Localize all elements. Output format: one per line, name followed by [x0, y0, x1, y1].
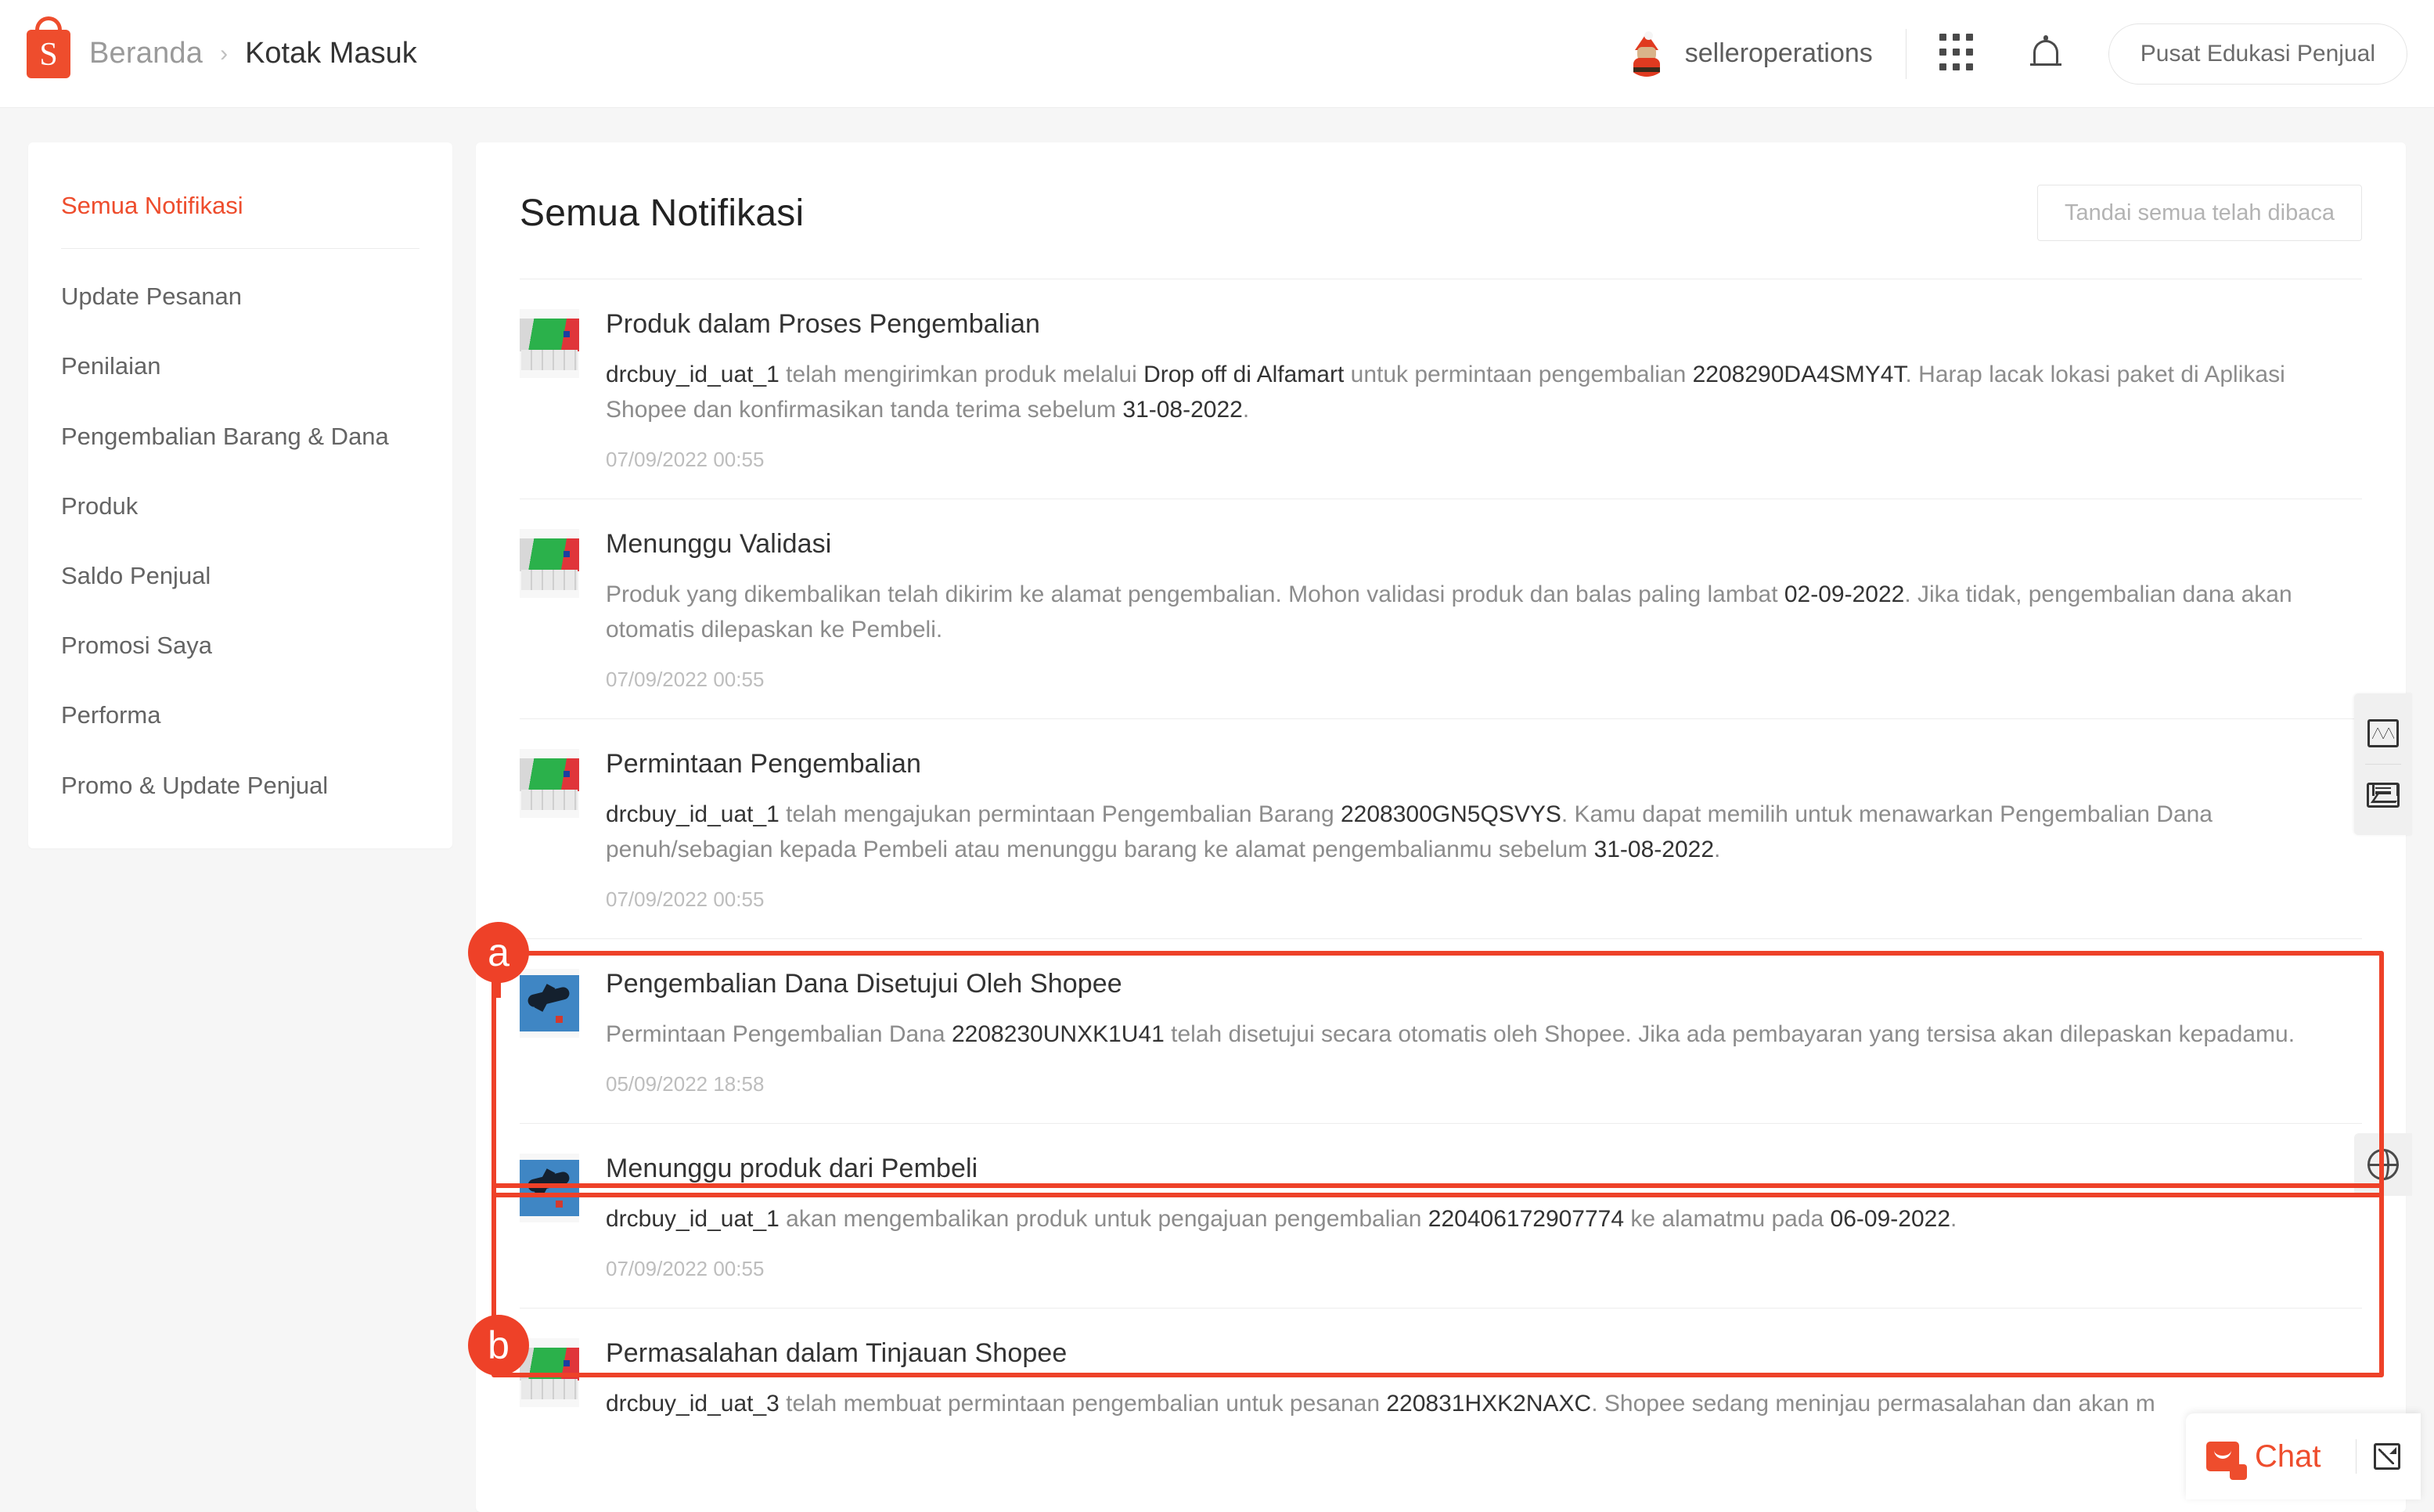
notification-description: drcbuy_id_uat_1 akan mengembalikan produ… [606, 1206, 1957, 1232]
top-bar-right: selleroperations Pusat Edukasi Penjual [1623, 23, 2407, 85]
notification-title: Produk dalam Proses Pengembalian [606, 309, 1041, 339]
sidebar-item-pengembalian-barang-dana[interactable]: Pengembalian Barang & Dana [28, 401, 452, 471]
notification-description: Permintaan Pengembalian Dana 2208230UNXK… [606, 1021, 2295, 1047]
expand-arrow-icon[interactable] [2374, 1443, 2400, 1470]
notification-timestamp: 07/09/2022 00:55 [606, 1257, 765, 1280]
santa-avatar-icon [1623, 31, 1669, 77]
side-dock [2354, 693, 2412, 835]
notification-title: Permintaan Pengembalian [606, 749, 921, 779]
grid-apps-icon[interactable] [1939, 33, 1975, 74]
sidebar-item-saldo-penjual[interactable]: Saldo Penjual [28, 541, 452, 610]
globe-icon[interactable] [2354, 1133, 2412, 1196]
username-label: selleroperations [1684, 38, 1873, 68]
notification-body: Menunggu Validasi Produk yang dikembalika… [606, 529, 2362, 692]
sidebar-item-promosi-saya[interactable]: Promosi Saya [28, 610, 452, 680]
notification-item[interactable]: Menunggu Validasi Produk yang dikembalika… [520, 499, 2362, 719]
brand-breadcrumb: S Beranda › Kotak Masuk [27, 16, 417, 78]
shopee-bag-icon[interactable]: S [27, 16, 70, 78]
airplane-thumbnail-icon [520, 1154, 579, 1222]
notification-body: Permintaan Pengembalian drcbuy_id_uat_1 t… [606, 749, 2362, 912]
package-thumbnail-icon [520, 529, 579, 598]
notification-item[interactable]: Permintaan Pengembalian drcbuy_id_uat_1 t… [520, 719, 2362, 939]
notification-body: Permasalahan dalam Tinjauan Shopee drcbuy… [606, 1338, 2362, 1421]
page-title: Semua Notifikasi [520, 192, 805, 234]
user-menu[interactable]: selleroperations [1623, 31, 1873, 77]
sidebar-item-performa[interactable]: Performa [28, 680, 452, 750]
airplane-thumbnail-icon [520, 969, 579, 1038]
panel-header: Semua Notifikasi Tandai semua telah diba… [476, 142, 2406, 241]
sidebar-item-produk[interactable]: Produk [28, 471, 452, 541]
package-thumbnail-icon [520, 749, 579, 818]
notification-title: Pengembalian Dana Disetujui Oleh Shopee [606, 969, 1122, 999]
notification-title: Menunggu Validasi [606, 529, 832, 559]
chat-bubble-icon [2206, 1442, 2247, 1480]
notification-timestamp: 07/09/2022 00:55 [606, 668, 765, 691]
app-root: S Beranda › Kotak Masuk selleroperations [0, 0, 2434, 1512]
notification-description: drcbuy_id_uat_1 telah mengirimkan produk… [606, 362, 2285, 423]
sidebar-item-semua-notifikasi[interactable]: Semua Notifikasi [28, 171, 452, 240]
breadcrumb-current: Kotak Masuk [245, 37, 417, 70]
notification-description: Produk yang dikembalikan telah dikirim k… [606, 581, 2292, 643]
notifications-panel: Semua Notifikasi Tandai semua telah diba… [476, 142, 2406, 1512]
bell-icon[interactable] [2029, 34, 2063, 74]
notification-timestamp: 07/09/2022 00:55 [606, 448, 765, 471]
package-thumbnail-icon [520, 309, 579, 378]
chat-widget[interactable]: Chat [2186, 1413, 2421, 1499]
breadcrumb-chevron-icon: › [220, 40, 229, 67]
education-center-button[interactable]: Pusat Edukasi Penjual [2108, 23, 2407, 85]
pulse-monitor-icon[interactable] [2354, 704, 2412, 762]
envelope-icon[interactable] [2354, 766, 2412, 824]
notification-item[interactable]: Pengembalian Dana Disetujui Oleh Shopee P… [520, 939, 2362, 1124]
notification-title: Menunggu produk dari Pembeli [606, 1154, 978, 1183]
notification-item[interactable]: Permasalahan dalam Tinjauan Shopee drcbuy… [520, 1309, 2362, 1448]
sidebar-item-promo-update-penjual[interactable]: Promo & Update Penjual [28, 751, 452, 820]
notification-item[interactable]: Produk dalam Proses Pengembalian drcbuy_i… [520, 279, 2362, 499]
sidebar-item-penilaian[interactable]: Penilaian [28, 331, 452, 401]
notification-item[interactable]: Menunggu produk dari Pembeli drcbuy_id_ua… [520, 1124, 2362, 1309]
header-divider [1905, 28, 1907, 79]
sidebar: Semua Notifikasi Update Pesanan Penilaia… [28, 142, 452, 848]
mark-all-read-button[interactable]: Tandai semua telah dibaca [2036, 185, 2362, 241]
notification-timestamp: 07/09/2022 00:55 [606, 887, 765, 911]
dock-divider [2365, 764, 2401, 765]
notification-title: Permasalahan dalam Tinjauan Shopee [606, 1338, 1068, 1368]
top-bar: S Beranda › Kotak Masuk selleroperations [0, 0, 2434, 108]
chat-label: Chat [2255, 1438, 2321, 1474]
chat-divider [2356, 1439, 2357, 1474]
notification-body: Produk dalam Proses Pengembalian drcbuy_i… [606, 309, 2362, 472]
notification-description: drcbuy_id_uat_1 telah mengajukan permint… [606, 801, 2213, 862]
package-thumbnail-icon [520, 1338, 579, 1407]
shopee-s-glyph: S [39, 36, 58, 73]
notification-description: drcbuy_id_uat_3 telah membuat permintaan… [606, 1391, 2155, 1417]
sidebar-divider [61, 248, 419, 250]
breadcrumb-home[interactable]: Beranda [89, 37, 203, 70]
notification-timestamp: 05/09/2022 18:58 [606, 1072, 765, 1096]
notification-body: Pengembalian Dana Disetujui Oleh Shopee P… [606, 969, 2362, 1096]
sidebar-item-update-pesanan[interactable]: Update Pesanan [28, 261, 452, 331]
notification-body: Menunggu produk dari Pembeli drcbuy_id_ua… [606, 1154, 2362, 1281]
notification-list: Produk dalam Proses Pengembalian drcbuy_i… [476, 279, 2406, 1448]
